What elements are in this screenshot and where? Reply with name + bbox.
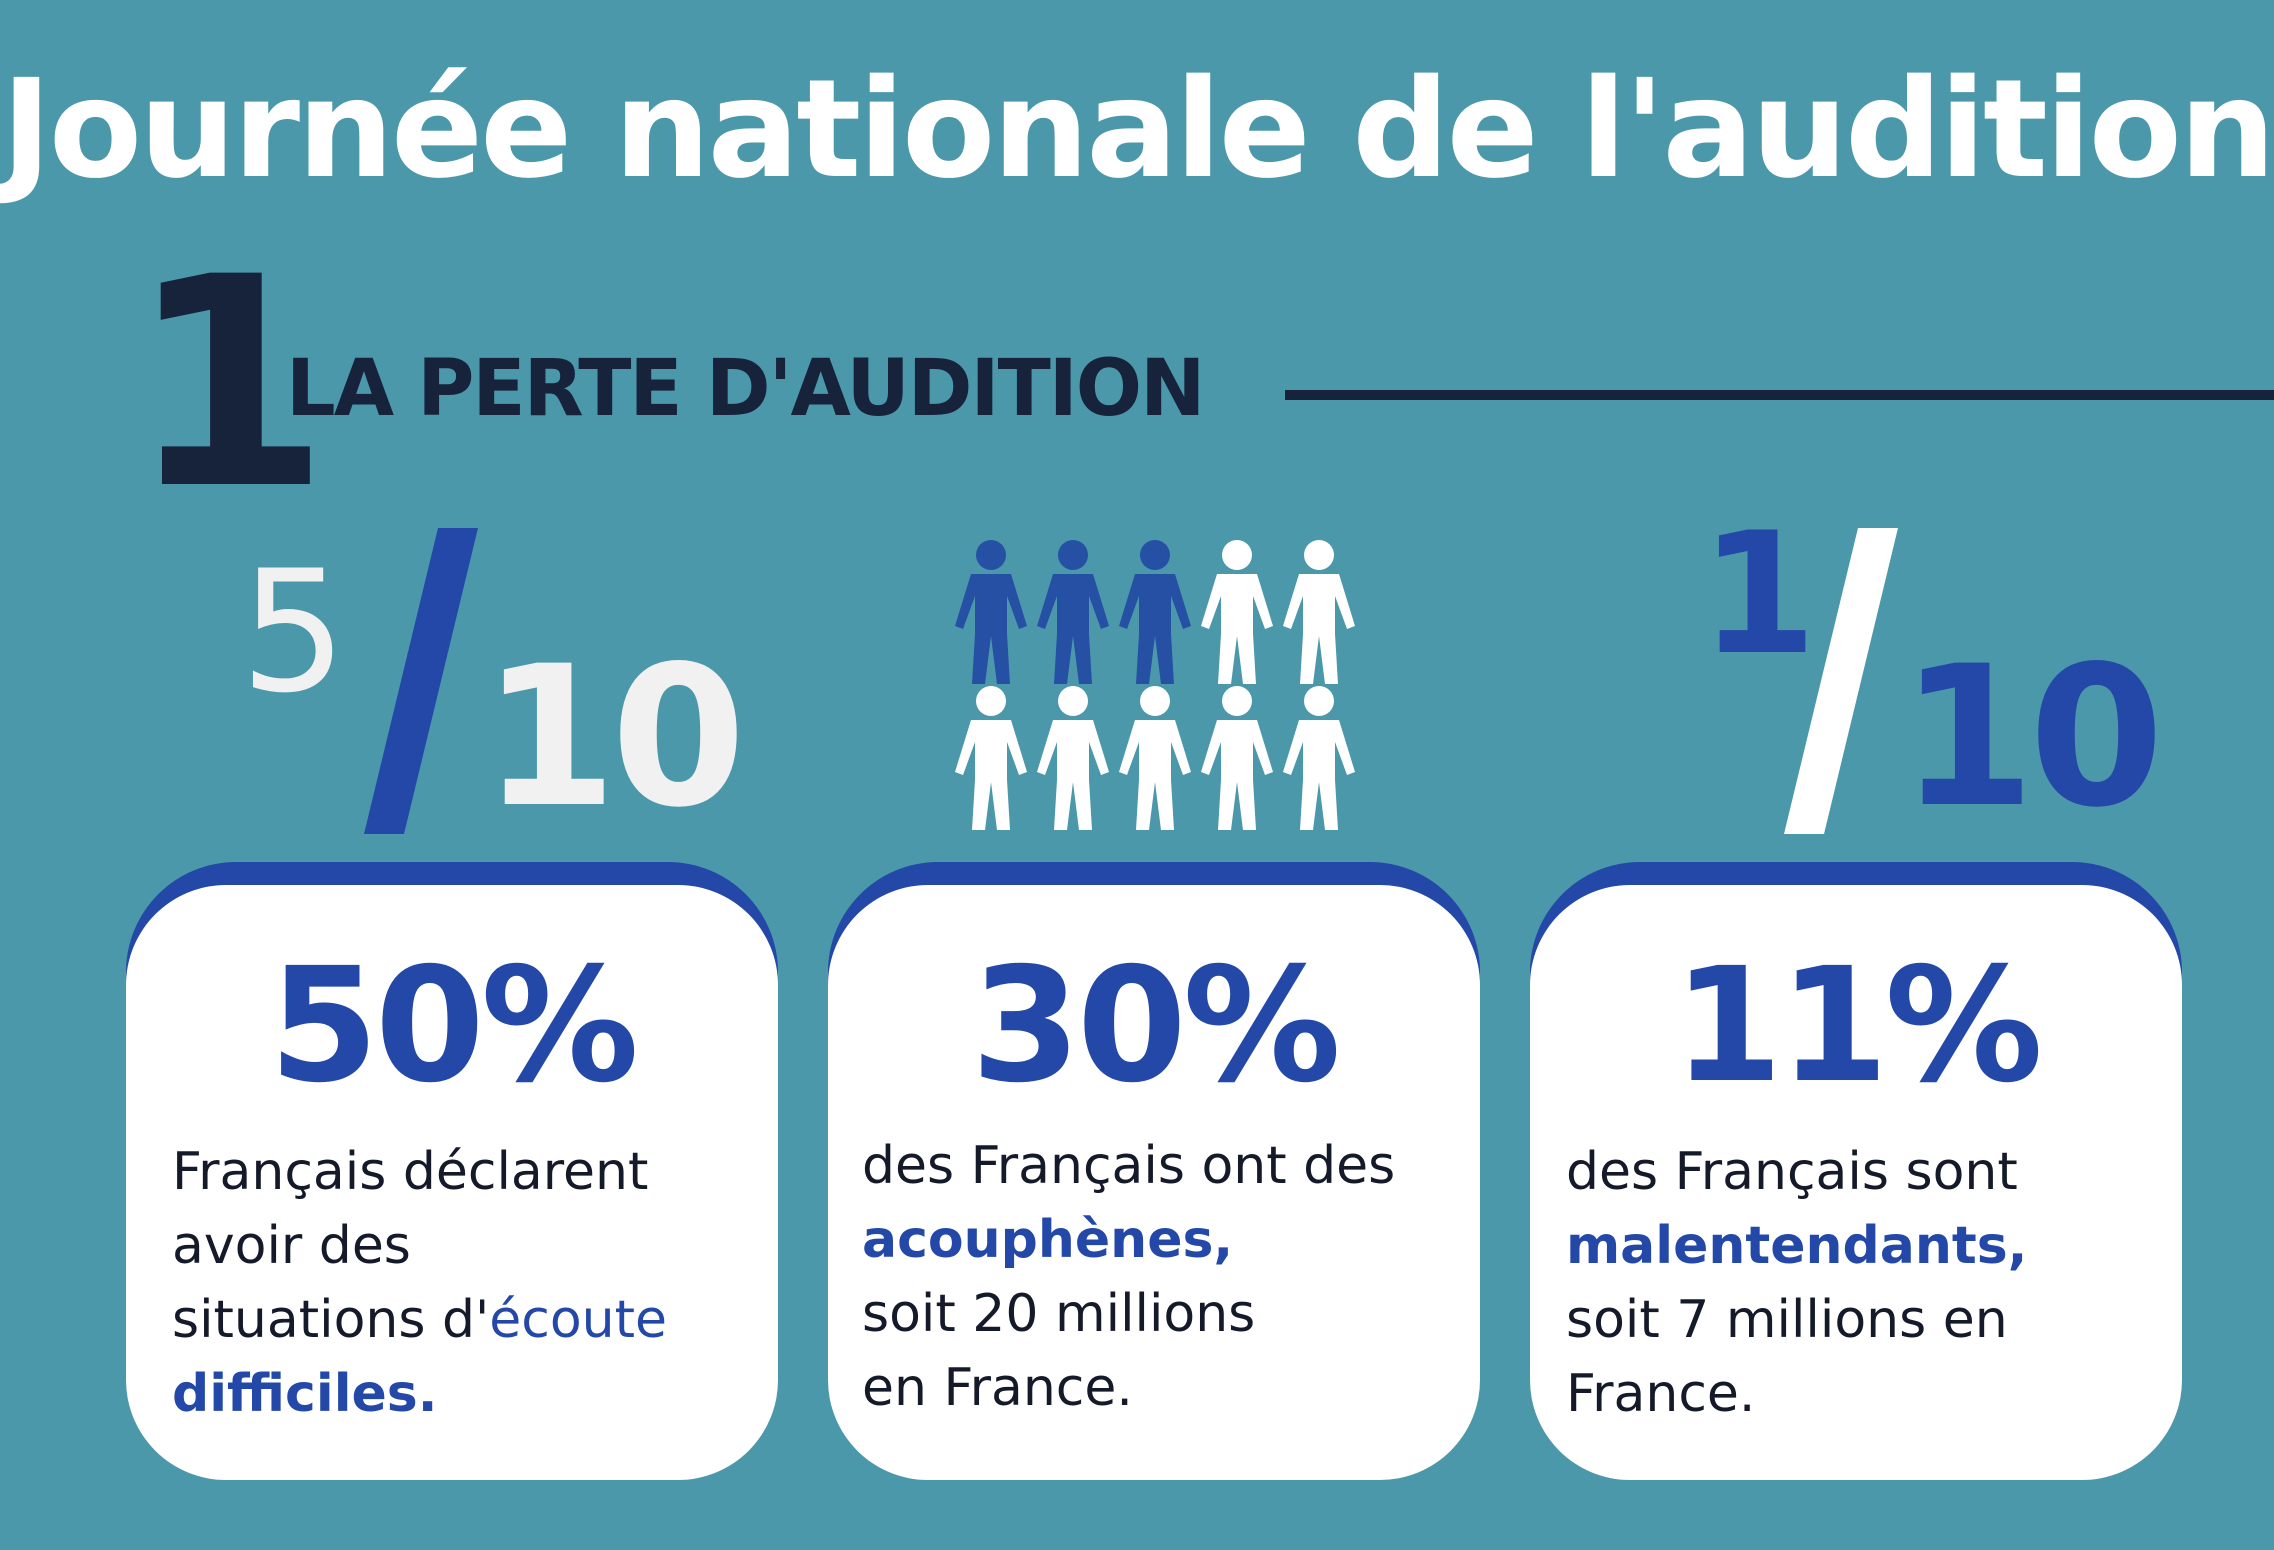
person-icon bbox=[1283, 686, 1355, 830]
stat-description: Français déclarent avoir des situations … bbox=[172, 1135, 667, 1431]
desc-line: malentendants, bbox=[1566, 1209, 2027, 1283]
person-icon bbox=[1119, 540, 1191, 684]
fraction-denominator: 10 bbox=[482, 624, 746, 850]
desc-highlight: malentendants, bbox=[1566, 1216, 2028, 1276]
stat-percent: 11% bbox=[1672, 934, 2043, 1118]
desc-highlight: difficiles. bbox=[172, 1364, 438, 1424]
desc-highlight: acouphènes, bbox=[862, 1210, 1234, 1270]
section-divider bbox=[1285, 390, 2274, 400]
person-icon bbox=[955, 540, 1027, 684]
desc-line: situations d'écoute bbox=[172, 1283, 667, 1357]
desc-line: Français déclarent bbox=[172, 1142, 649, 1202]
desc-line: en France. bbox=[862, 1358, 1133, 1418]
stat-description: des Français sont malentendants, soit 7 … bbox=[1566, 1135, 2027, 1431]
fraction-denominator: 10 bbox=[1900, 624, 2164, 850]
desc-line: soit 20 millions bbox=[862, 1284, 1256, 1344]
stat-description: des Français ont des acouphènes, soit 20… bbox=[862, 1129, 1395, 1425]
desc-text: situations d' bbox=[172, 1290, 490, 1350]
fraction-slash bbox=[1784, 528, 1898, 834]
desc-line: difficiles. bbox=[172, 1357, 667, 1431]
desc-line: des Français ont des bbox=[862, 1136, 1396, 1196]
stat-card-30: 30% des Français ont des acouphènes, soi… bbox=[828, 885, 1480, 1480]
person-icon bbox=[1201, 540, 1273, 684]
desc-line: des Français sont bbox=[1566, 1142, 2018, 1202]
person-icon bbox=[1037, 540, 1109, 684]
stat-card-11: 11% des Français sont malentendants, soi… bbox=[1530, 885, 2182, 1480]
person-icon bbox=[1119, 686, 1191, 830]
person-icon bbox=[1283, 540, 1355, 684]
stat-percent: 50% bbox=[268, 934, 639, 1118]
page-title: Journée nationale de l'audition bbox=[1, 51, 2274, 209]
desc-line: France. bbox=[1566, 1364, 1756, 1424]
person-icon bbox=[1201, 686, 1273, 830]
people-pictogram bbox=[955, 540, 1355, 830]
desc-line: soit 7 millions en bbox=[1566, 1290, 2008, 1350]
stat-percent: 30% bbox=[970, 934, 1341, 1118]
stat-card-50: 50% Français déclarent avoir des situati… bbox=[126, 885, 778, 1480]
fraction-numerator: 5 bbox=[240, 534, 347, 730]
person-icon bbox=[955, 686, 1027, 830]
fraction-slash bbox=[364, 528, 478, 834]
desc-line: acouphènes, bbox=[862, 1203, 1395, 1277]
desc-line: avoir des bbox=[172, 1216, 411, 1276]
desc-highlight: écoute bbox=[489, 1290, 668, 1350]
section-title: LA PERTE D'AUDITION bbox=[286, 344, 1205, 434]
person-icon bbox=[1037, 686, 1109, 830]
